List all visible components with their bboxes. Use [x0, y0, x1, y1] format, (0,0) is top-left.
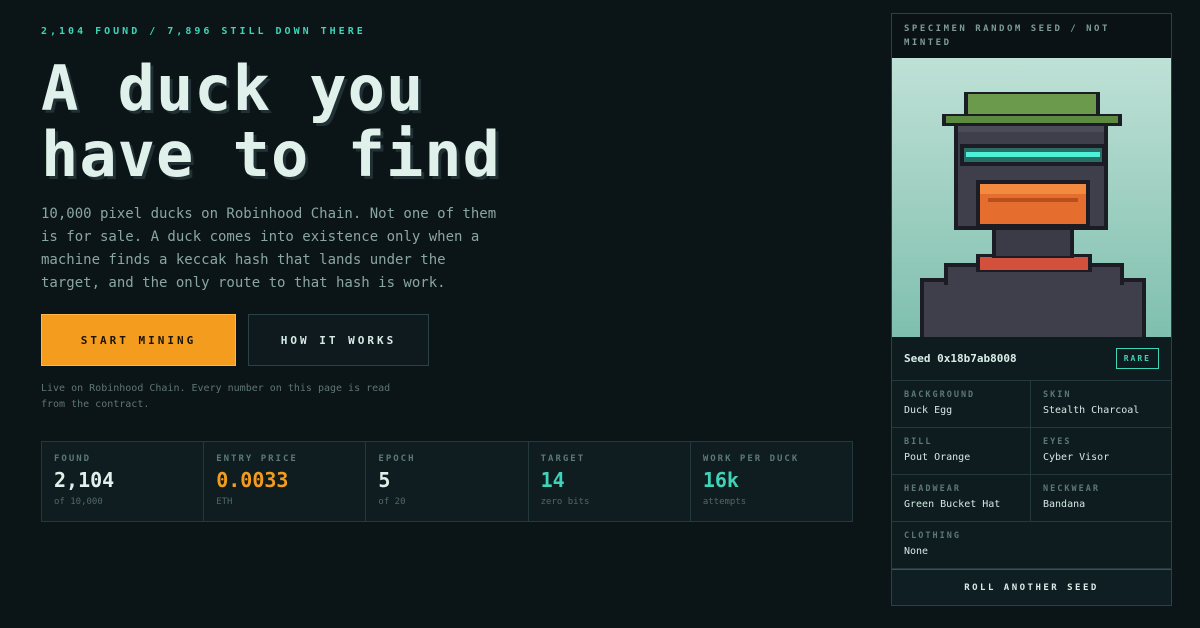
seed-hash: Seed 0x18b7ab8008: [904, 352, 1017, 365]
stat-work-per-duck: WORK PER DUCK 16k attempts: [691, 442, 852, 521]
start-mining-button[interactable]: START MINING: [41, 314, 236, 366]
trait-value: Pout Orange: [904, 452, 971, 463]
trait-bill: BILL Pout Orange: [892, 428, 1031, 475]
stat-label: WORK PER DUCK: [702, 454, 800, 464]
trait-label: BILL: [904, 437, 933, 447]
stat-sub: of 10,000: [54, 497, 103, 507]
trait-label: SKIN: [1043, 390, 1072, 400]
trait-value: None: [904, 546, 929, 557]
trait-label: BACKGROUND: [904, 390, 976, 400]
trait-value: Cyber Visor: [1043, 452, 1110, 463]
trait-label: NECKWEAR: [1043, 484, 1100, 494]
page-title: A duck you have to find: [41, 52, 501, 191]
stat-label: TARGET: [540, 454, 586, 464]
found-counter-kicker: 2,104 FOUND / 7,896 STILL DOWN THERE: [41, 26, 366, 37]
stat-label: FOUND: [54, 454, 92, 464]
card-header: SPECIMEN RANDOM SEED / NOT MINTED: [892, 14, 1171, 58]
stat-sub: ETH: [216, 497, 233, 507]
stat-value: 0.0033: [216, 468, 289, 492]
trait-clothing: CLOTHING None: [892, 522, 1171, 569]
rarity-badge: RARE: [1115, 348, 1159, 369]
stat-label: EPOCH: [378, 454, 416, 464]
trait-label: CLOTHING: [904, 531, 961, 541]
stat-entry-price: ENTRY PRICE 0.0033 ETH: [204, 442, 367, 521]
stat-value: 14: [540, 468, 565, 492]
trait-eyes: EYES Cyber Visor: [1031, 428, 1171, 475]
trait-label: EYES: [1043, 437, 1072, 447]
seed-row: Seed 0x18b7ab8008 RARE: [892, 337, 1171, 381]
trait-grid: BACKGROUND Duck Egg SKIN Stealth Charcoa…: [892, 381, 1171, 569]
how-it-works-button[interactable]: HOW IT WORKS: [248, 314, 429, 366]
specimen-card: SPECIMEN RANDOM SEED / NOT MINTED Seed 0…: [891, 13, 1172, 606]
contract-note: Live on Robinhood Chain. Every number on…: [41, 383, 391, 410]
stat-sub: zero bits: [540, 497, 590, 507]
stat-sub: of 20: [378, 497, 406, 507]
duck-pixel-art: [892, 58, 1171, 337]
stat-sub: attempts: [702, 497, 747, 507]
stat-target: TARGET 14 zero bits: [529, 442, 691, 521]
stat-value: 16k: [702, 468, 739, 492]
trait-headwear: HEADWEAR Green Bucket Hat: [892, 475, 1031, 522]
roll-another-seed-button[interactable]: ROLL ANOTHER SEED: [892, 569, 1171, 605]
trait-skin: SKIN Stealth Charcoal: [1031, 381, 1171, 428]
stat-value: 5: [378, 468, 391, 492]
trait-background: BACKGROUND Duck Egg: [892, 381, 1031, 428]
trait-value: Duck Egg: [904, 405, 953, 416]
stat-value: 2,104: [54, 468, 115, 492]
trait-value: Stealth Charcoal: [1043, 405, 1140, 416]
stat-label: ENTRY PRICE: [216, 454, 298, 464]
intro-paragraph: 10,000 pixel ducks on Robinhood Chain. N…: [41, 206, 497, 291]
duck-image: [892, 58, 1171, 337]
trait-label: HEADWEAR: [904, 484, 961, 494]
trait-neckwear: NECKWEAR Bandana: [1031, 475, 1171, 522]
trait-value: Bandana: [1043, 499, 1086, 510]
trait-value: Green Bucket Hat: [904, 499, 1001, 510]
stat-found: FOUND 2,104 of 10,000: [42, 442, 205, 521]
stats-bar: FOUND 2,104 of 10,000 ENTRY PRICE 0.0033…: [41, 441, 853, 522]
stat-epoch: EPOCH 5 of 20: [366, 442, 529, 521]
